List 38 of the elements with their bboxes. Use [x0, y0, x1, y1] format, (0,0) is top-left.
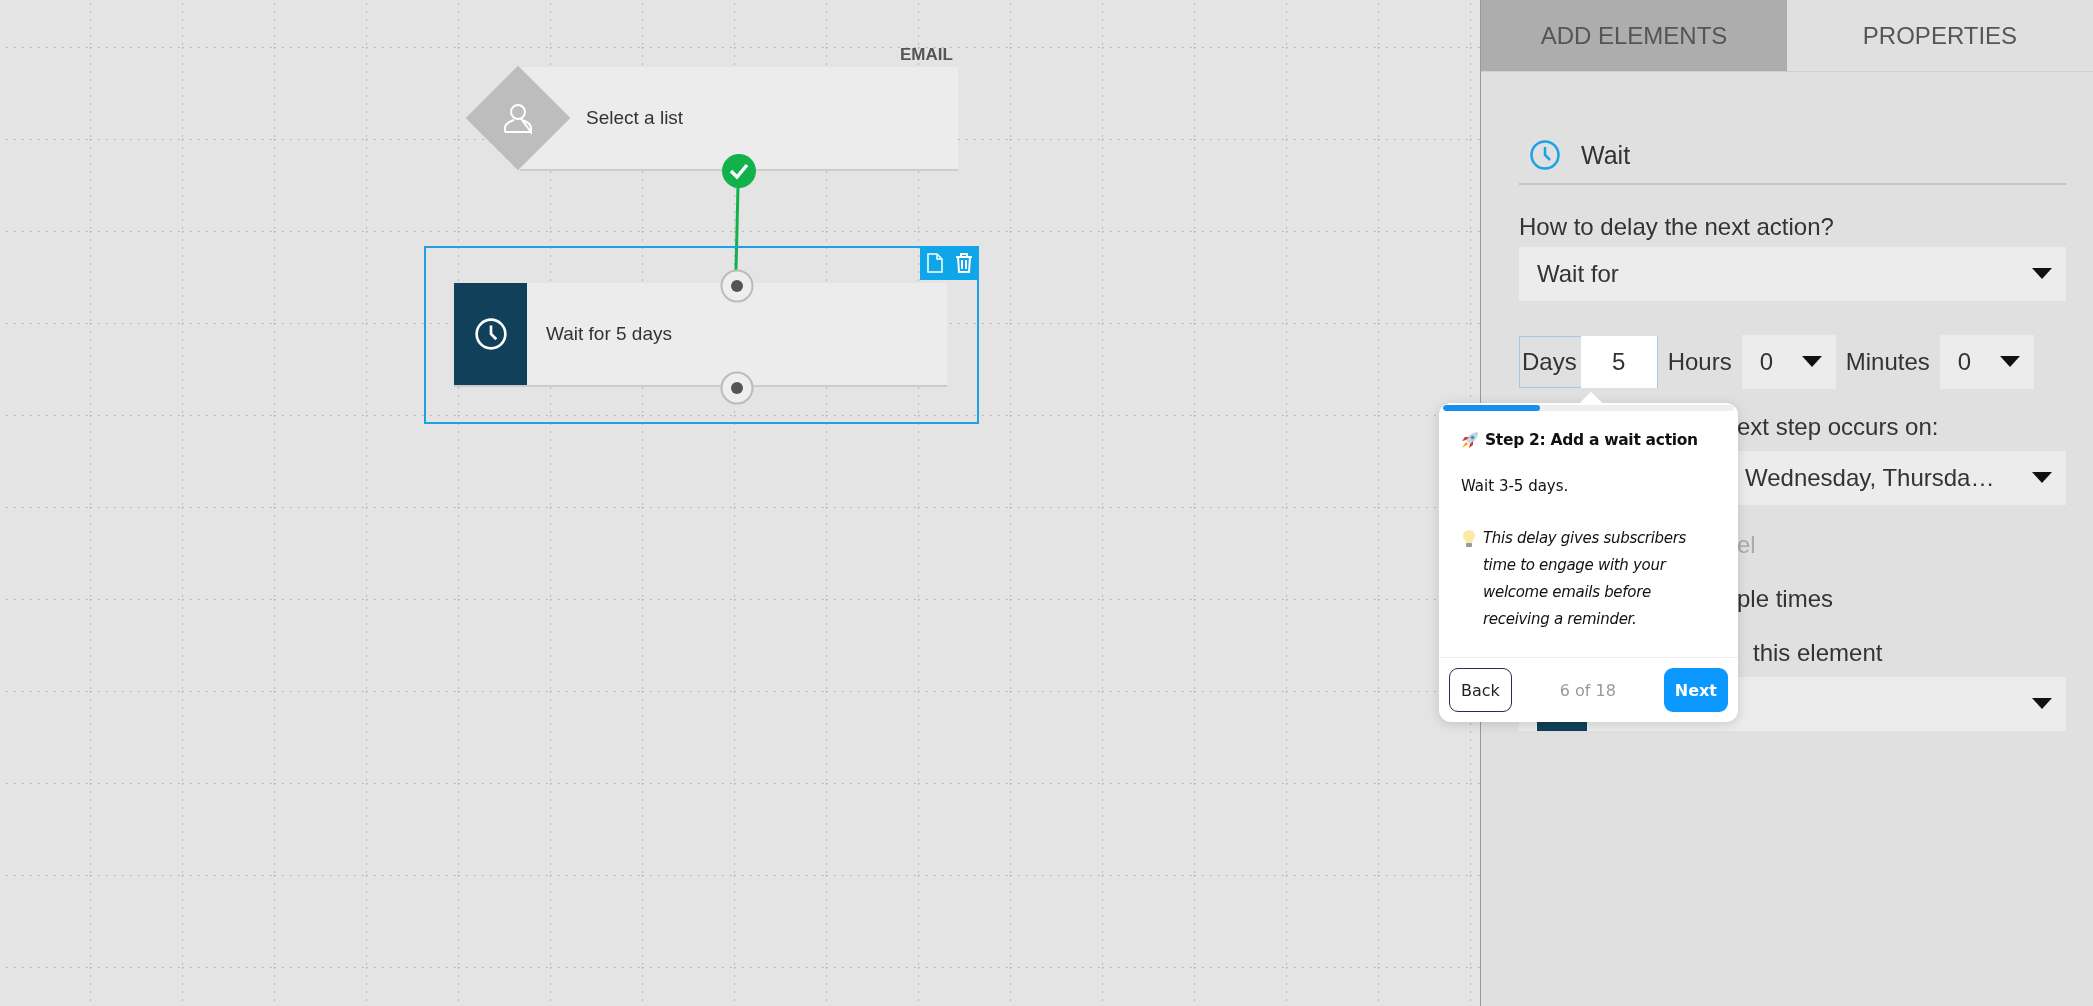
connection-port[interactable]: [720, 371, 754, 405]
field-label: this element: [1753, 639, 1883, 667]
caret-icon: [1801, 356, 1822, 368]
node-label: Select a list: [586, 107, 684, 129]
step-counter: 6 of 18: [1559, 680, 1616, 700]
delete-icon[interactable]: [954, 253, 973, 273]
select-value: 0: [1957, 348, 1972, 376]
node-label: Wait for 5 days: [546, 323, 672, 345]
field-label: How to delay the next action?: [1519, 213, 1834, 241]
back-button[interactable]: Back: [1449, 668, 1512, 712]
person-icon: [501, 101, 535, 135]
caret-icon: [1999, 356, 2020, 368]
field-label: ple times: [1737, 585, 1834, 613]
trigger-node[interactable]: Select a list: [520, 67, 958, 171]
select-value: 0: [1759, 348, 1774, 376]
delay-select[interactable]: Wait for: [1519, 247, 2066, 301]
connection-port[interactable]: [720, 269, 754, 303]
lightbulb-icon: [1461, 529, 1477, 549]
duration-select[interactable]: 0: [1741, 335, 1836, 389]
caret-icon: [2032, 472, 2052, 484]
clock-icon: [473, 317, 508, 351]
wait-node[interactable]: Wait for 5 days: [454, 283, 947, 387]
select-value: Wednesday, Thursda…: [1745, 464, 1995, 492]
tour-title: Step 2: Add a wait action: [1485, 431, 1698, 449]
caret-icon: [2032, 268, 2052, 280]
field-label: Minutes: [1845, 348, 1930, 376]
duplicate-icon[interactable]: [925, 253, 944, 273]
days-field[interactable]: Days 5: [1519, 336, 1658, 388]
caret-icon: [2032, 698, 2052, 710]
field-label: ext step occurs on:: [1737, 413, 1939, 441]
field-label: Hours: [1667, 348, 1732, 376]
rocket-icon: [1461, 431, 1479, 449]
duration-select[interactable]: 0: [1939, 335, 2034, 389]
tour-tip: This delay gives subscribers time to engage with your welcome emails before receiving a reminder.: [1483, 528, 1688, 630]
channel-tag: EMAIL: [900, 45, 953, 65]
element-title: Wait: [1581, 140, 1631, 170]
clock-icon: [1529, 139, 1561, 171]
select-value: Wait for: [1537, 260, 1619, 288]
